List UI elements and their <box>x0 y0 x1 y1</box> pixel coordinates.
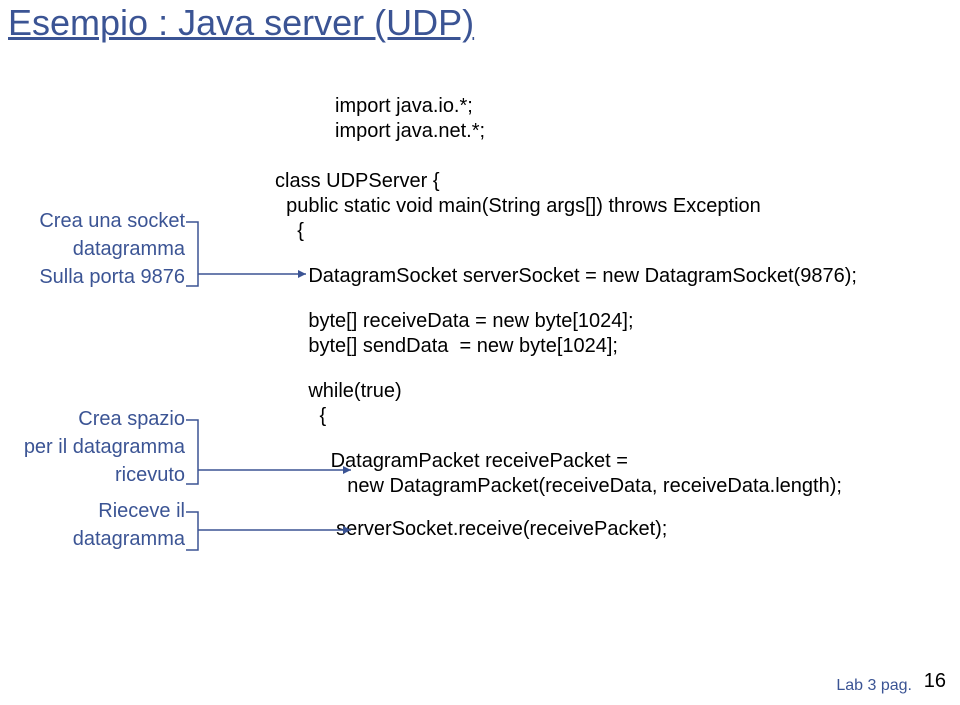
annotation-socket-line3: Sulla porta 9876 <box>39 266 185 289</box>
page-title: Esempio : Java server (UDP) <box>8 2 474 44</box>
annotation-space-line2: per il datagramma <box>24 436 185 459</box>
annotation-receive-line1: Rieceve il <box>98 500 185 523</box>
code-line: class UDPServer { <box>275 170 440 193</box>
code-line: DatagramSocket serverSocket = new Datagr… <box>275 265 857 288</box>
bracket-space <box>186 412 366 502</box>
annotation-space-line1: Crea spazio <box>78 408 185 431</box>
annotation-socket-line1: Crea una socket <box>39 210 185 233</box>
code-line: public static void main(String args[]) t… <box>275 195 761 218</box>
bracket-socket <box>186 214 326 304</box>
footer-page-number: 16 <box>924 670 946 693</box>
bracket-receive <box>186 506 366 566</box>
footer-lab: Lab 3 pag. <box>836 677 912 695</box>
annotation-receive-line2: datagramma <box>73 528 185 551</box>
code-line: byte[] sendData = new byte[1024]; <box>275 335 618 358</box>
annotation-space-line3: ricevuto <box>115 464 185 487</box>
code-line: while(true) <box>275 380 402 403</box>
code-line: byte[] receiveData = new byte[1024]; <box>275 310 634 333</box>
annotation-socket-line2: datagramma <box>73 238 185 261</box>
code-line: import java.net.*; <box>335 120 485 143</box>
code-line: import java.io.*; <box>335 95 473 118</box>
